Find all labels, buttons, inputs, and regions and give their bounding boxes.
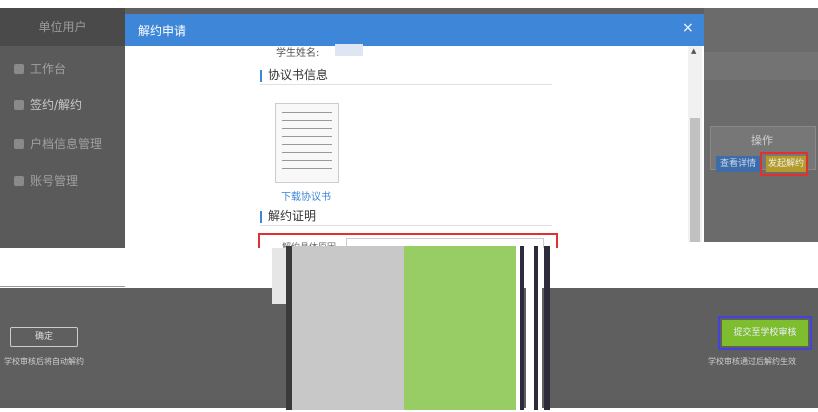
highlight-box (760, 152, 808, 176)
sidebar-item-sign-cancel[interactable]: 签约/解约 (14, 96, 82, 113)
highlight-box (718, 316, 812, 350)
sidebar-item-label: 账号管理 (30, 174, 79, 188)
sidebar-item-archive[interactable]: 户档信息管理 (14, 135, 102, 152)
sidebar-item-workbench[interactable]: 工作台 (14, 60, 66, 77)
sidebar-item-label: 户档信息管理 (30, 137, 103, 151)
filter-bar (704, 52, 818, 80)
render-artifact (544, 246, 550, 410)
workbench-icon (14, 63, 24, 74)
dialog-title: 解约申请 (138, 24, 187, 38)
user-icon (14, 175, 24, 186)
agreement-section-title: 协议书信息 (260, 66, 328, 83)
render-artifact (520, 246, 524, 410)
section-divider (260, 225, 552, 226)
render-artifact (526, 246, 534, 410)
sidebar-header: 单位用户 (0, 8, 125, 46)
render-artifact (655, 242, 818, 284)
student-name-value (335, 44, 363, 56)
proof-section-title: 解约证明 (260, 207, 316, 224)
scrollbar-thumb[interactable] (690, 118, 700, 246)
student-name-label: 学生姓名: (276, 48, 320, 59)
sidebar-item-label: 签约/解约 (30, 98, 83, 112)
close-icon[interactable]: × (682, 20, 694, 36)
archive-icon (14, 138, 24, 149)
footer-note-left: 学校审核后将自动解约 (4, 357, 84, 366)
render-artifact (272, 248, 286, 304)
footer-note-right: 学校审核通过后解约生效 (708, 357, 796, 366)
dialog-header (125, 14, 704, 46)
document-icon (14, 99, 24, 110)
cancel-contract-dialog (125, 14, 704, 248)
render-artifact (538, 246, 542, 410)
render-artifact (0, 256, 125, 287)
render-artifact (292, 246, 404, 410)
section-divider (260, 84, 552, 85)
scroll-up-icon[interactable]: ▲ (691, 47, 696, 55)
sidebar-item-account[interactable]: 账号管理 (14, 172, 78, 189)
render-artifact (404, 246, 516, 410)
confirm-button[interactable]: 确定 (10, 327, 78, 347)
sidebar-item-label: 工作台 (30, 62, 67, 76)
view-detail-button[interactable]: 查看详情 (716, 156, 760, 172)
download-agreement-link[interactable]: 下载协议书 (281, 188, 331, 203)
operation-header: 操作 (751, 134, 773, 147)
agreement-thumbnail[interactable] (275, 103, 339, 183)
